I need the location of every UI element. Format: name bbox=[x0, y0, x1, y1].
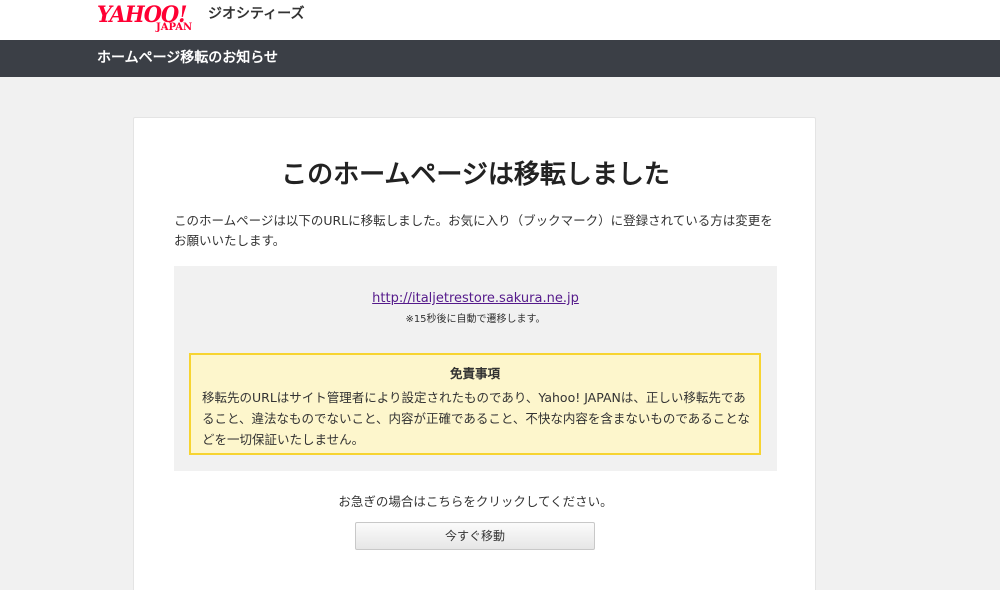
top-header: YAHOO! JAPAN ジオシティーズ bbox=[0, 0, 1000, 40]
nav-bar: ホームページ移転のお知らせ bbox=[0, 40, 1000, 77]
hurry-text: お急ぎの場合はこちらをクリックしてください。 bbox=[338, 494, 613, 509]
notice-card: このホームページは移転しました このホームページは以下のURLに移転しました。お… bbox=[133, 117, 816, 590]
page-title: このホームページは移転しました bbox=[281, 160, 670, 190]
service-name[interactable]: ジオシティーズ bbox=[208, 5, 304, 23]
redirect-box: http://italjetrestore.sakura.ne.jp ※15秒後… bbox=[174, 266, 777, 471]
disclaimer-title: 免責事項 bbox=[449, 366, 500, 381]
logo-sub-wordmark: JAPAN bbox=[156, 22, 193, 33]
redirect-url-link[interactable]: http://italjetrestore.sakura.ne.jp bbox=[174, 290, 777, 308]
yahoo-japan-logo[interactable]: YAHOO! JAPAN bbox=[97, 3, 207, 35]
redirect-note: ※15秒後に自動で遷移します。 bbox=[405, 314, 546, 325]
disclaimer-box: 免責事項 移転先のURLはサイト管理者により設定されたものであり、Yahoo! … bbox=[189, 353, 761, 455]
move-now-button[interactable]: 今すぐ移動 bbox=[355, 522, 595, 550]
notice-description: このホームページは以下のURLに移転しました。お気に入り（ブックマーク）に登録さ… bbox=[174, 213, 773, 248]
nav-title: ホームページ移転のお知らせ bbox=[97, 50, 279, 66]
disclaimer-text: 移転先のURLはサイト管理者により設定されたものであり、Yahoo! JAPAN… bbox=[202, 390, 750, 447]
